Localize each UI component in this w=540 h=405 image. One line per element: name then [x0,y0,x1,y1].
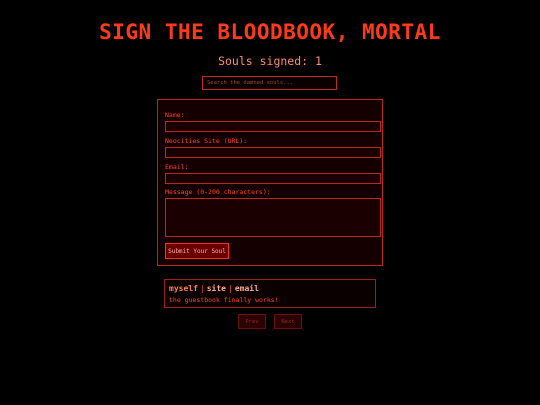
souls-count: Souls signed: 1 [218,54,322,68]
email-field[interactable] [165,173,381,184]
search-input[interactable] [202,76,337,90]
entry-separator: | [228,284,233,293]
site-url-field[interactable] [165,147,381,158]
prev-button[interactable]: Prev [238,314,266,329]
entry-header: myself | site | email [169,284,259,293]
guestbook-entry: myself | site | email the guestbook finally … [164,279,376,308]
message-field[interactable] [165,198,381,237]
guestbook-page: SIGN THE BLOODBOOK, MORTAL Souls signed:… [0,0,540,405]
name-field[interactable] [165,121,381,132]
message-label: Message (0-200 characters): [165,188,271,196]
entry-author: myself [169,284,198,293]
entry-separator: | [199,284,205,293]
entry-email-link[interactable]: email [235,284,259,293]
page-title: SIGN THE BLOODBOOK, MORTAL [99,20,441,44]
email-label: Email: [165,163,189,171]
site-label: Neocities Site (URL): [165,137,248,145]
sign-form: Name: Neocities Site (URL): Email: Messa… [157,99,383,266]
name-label: Name: [165,111,185,119]
next-button[interactable]: Next [274,314,302,329]
entry-site-link[interactable]: site [207,284,226,293]
submit-button[interactable]: Submit Your Soul [165,243,229,259]
entry-message: the guestbook finally works! [169,296,279,304]
